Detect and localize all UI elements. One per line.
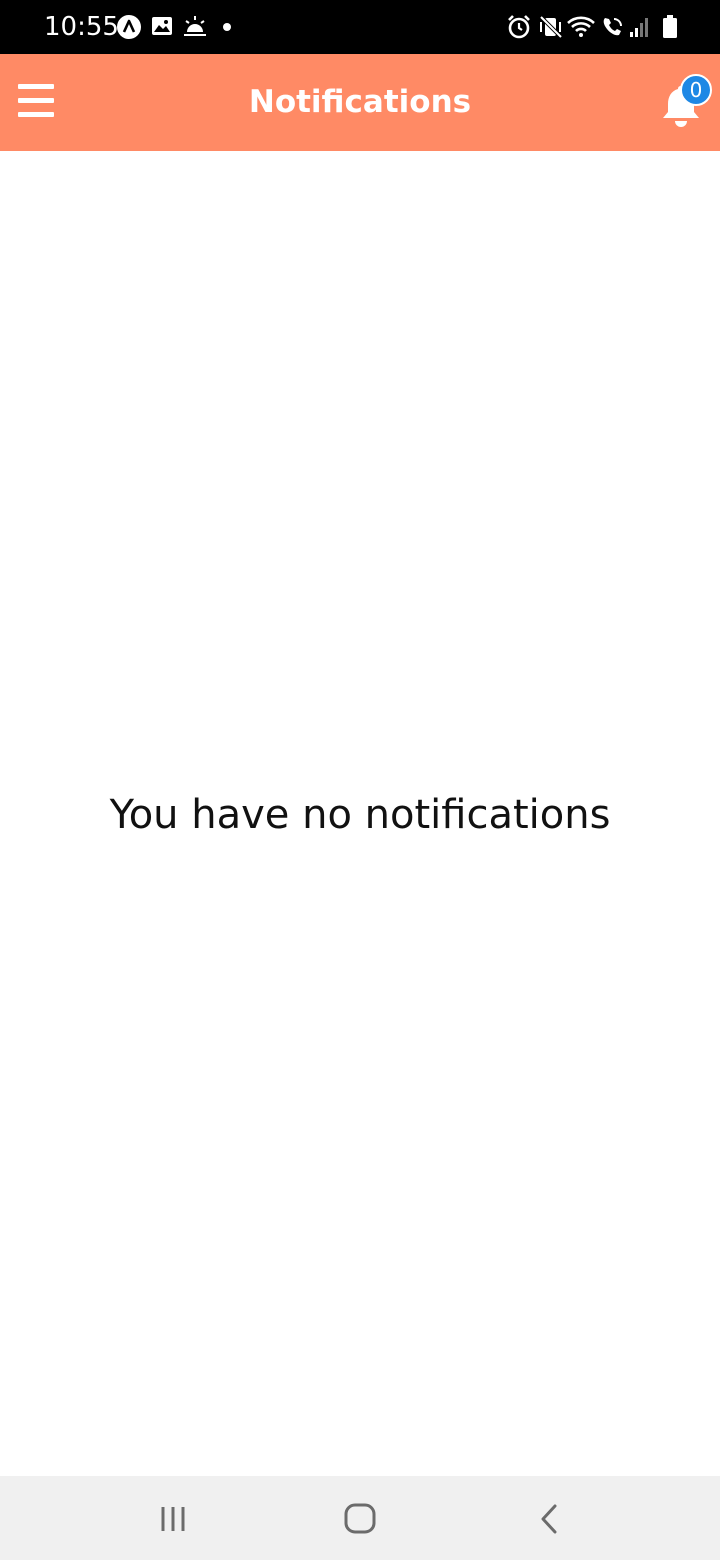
app-bar: Notifications 0 (0, 54, 720, 151)
weather-sunrise-icon (182, 14, 208, 40)
notifications-bell-button[interactable]: 0 (654, 74, 714, 130)
page-title: Notifications (248, 84, 472, 120)
dot-icon (222, 22, 232, 48)
battery-icon (662, 14, 678, 40)
gallery-icon (150, 14, 174, 40)
screen: 10:55 Notifications 0 You have no notifi… (0, 0, 720, 1560)
alarm-icon (506, 14, 532, 40)
home-button[interactable] (330, 1498, 390, 1538)
wifi-calling-icon (600, 14, 626, 40)
system-nav-bar (0, 1476, 720, 1560)
empty-state-message: You have no notifications (109, 792, 611, 838)
recent-apps-icon (143, 1498, 203, 1538)
status-time: 10:55 (44, 12, 119, 42)
app-a-icon (116, 14, 142, 40)
vibrate-mute-icon (538, 14, 564, 40)
recent-apps-button[interactable] (143, 1498, 203, 1538)
wifi-icon (566, 14, 596, 40)
signal-icon (628, 14, 650, 40)
notification-count-badge: 0 (680, 74, 712, 106)
back-icon (518, 1498, 578, 1538)
status-bar: 10:55 (0, 0, 720, 54)
home-icon (330, 1498, 390, 1538)
back-button[interactable] (518, 1498, 578, 1538)
